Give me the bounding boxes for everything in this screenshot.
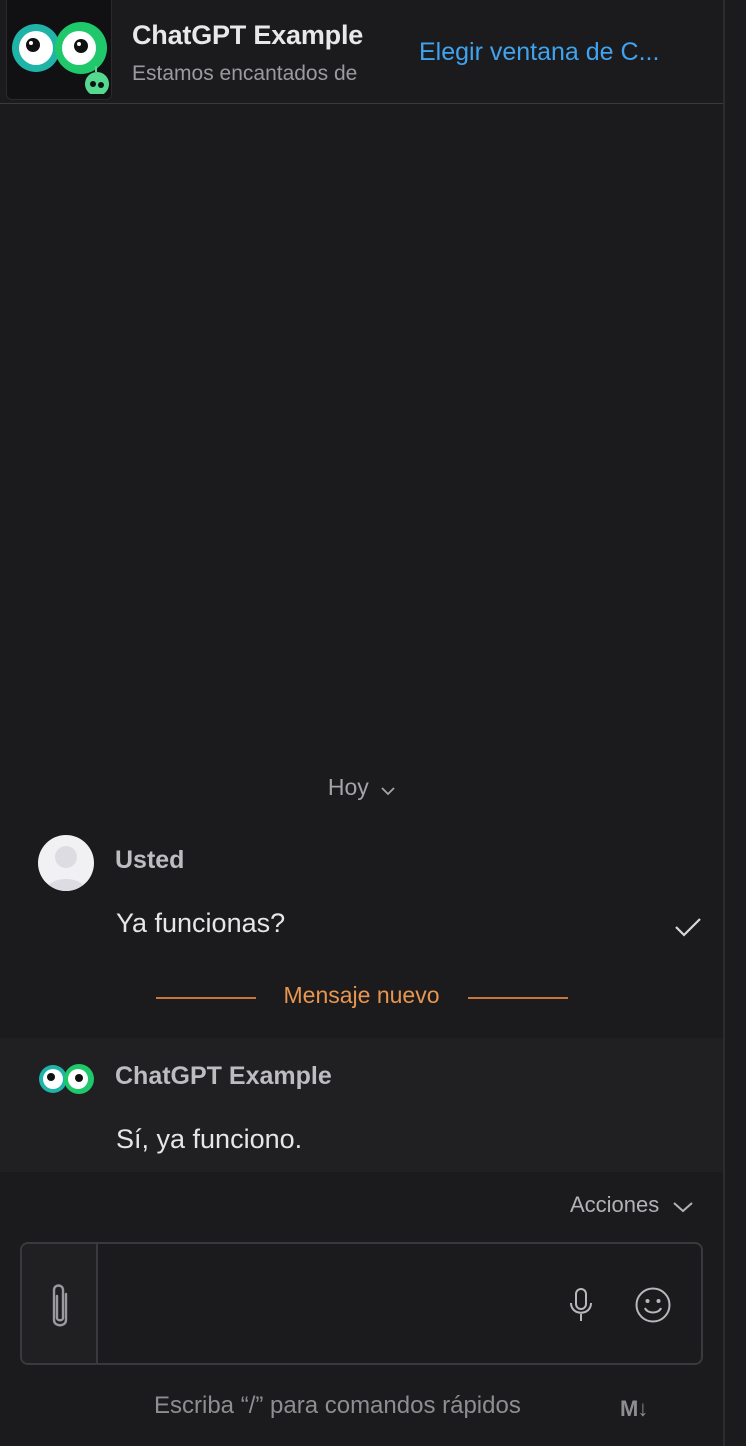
paperclip-icon [52,1284,68,1327]
message-composer[interactable] [20,1242,703,1365]
day-separator[interactable]: Hoy [0,774,723,802]
message-bot: ChatGPT Example Sí, ya funciono. [0,1038,723,1172]
sender-name: Usted [115,846,185,874]
user-avatar [38,835,94,891]
markdown-icon[interactable]: M↓ [620,1396,648,1422]
new-message-divider: Mensaje nuevo [0,982,723,1012]
bot-logo [6,0,112,100]
composer-hint: Escriba “/” para comandos rápidos [154,1392,521,1419]
message-text: Sí, ya funciono. [116,1124,303,1154]
chevron-down-icon [381,775,395,802]
bot-avatar [38,1062,94,1101]
bot-eyes-icon [39,1064,94,1094]
message-user: Usted Ya funcionas? [0,830,723,960]
actions-dropdown[interactable]: Acciones [570,1192,694,1219]
bot-eyes-icon [12,22,109,94]
new-message-label: Mensaje nuevo [283,982,440,1008]
person-icon [46,846,86,891]
check-icon [674,916,702,943]
divider-line-right [468,997,568,999]
emoji-icon[interactable] [634,1286,672,1329]
actions-label: Acciones [570,1192,660,1217]
choose-window-link[interactable]: Elegir ventana de C... [419,38,659,67]
attach-button[interactable] [22,1244,98,1363]
chat-title: ChatGPT Example [132,20,364,50]
chat-subtitle: Estamos encantados de [132,62,358,85]
message-text: Ya funcionas? [116,908,286,938]
right-edge [725,0,746,1446]
chat-header: ChatGPT Example Estamos encantados de El… [0,0,723,104]
sender-name: ChatGPT Example [115,1062,332,1090]
chevron-down-icon [673,1193,694,1219]
day-label: Hoy [327,774,369,800]
microphone-icon[interactable] [568,1288,594,1327]
